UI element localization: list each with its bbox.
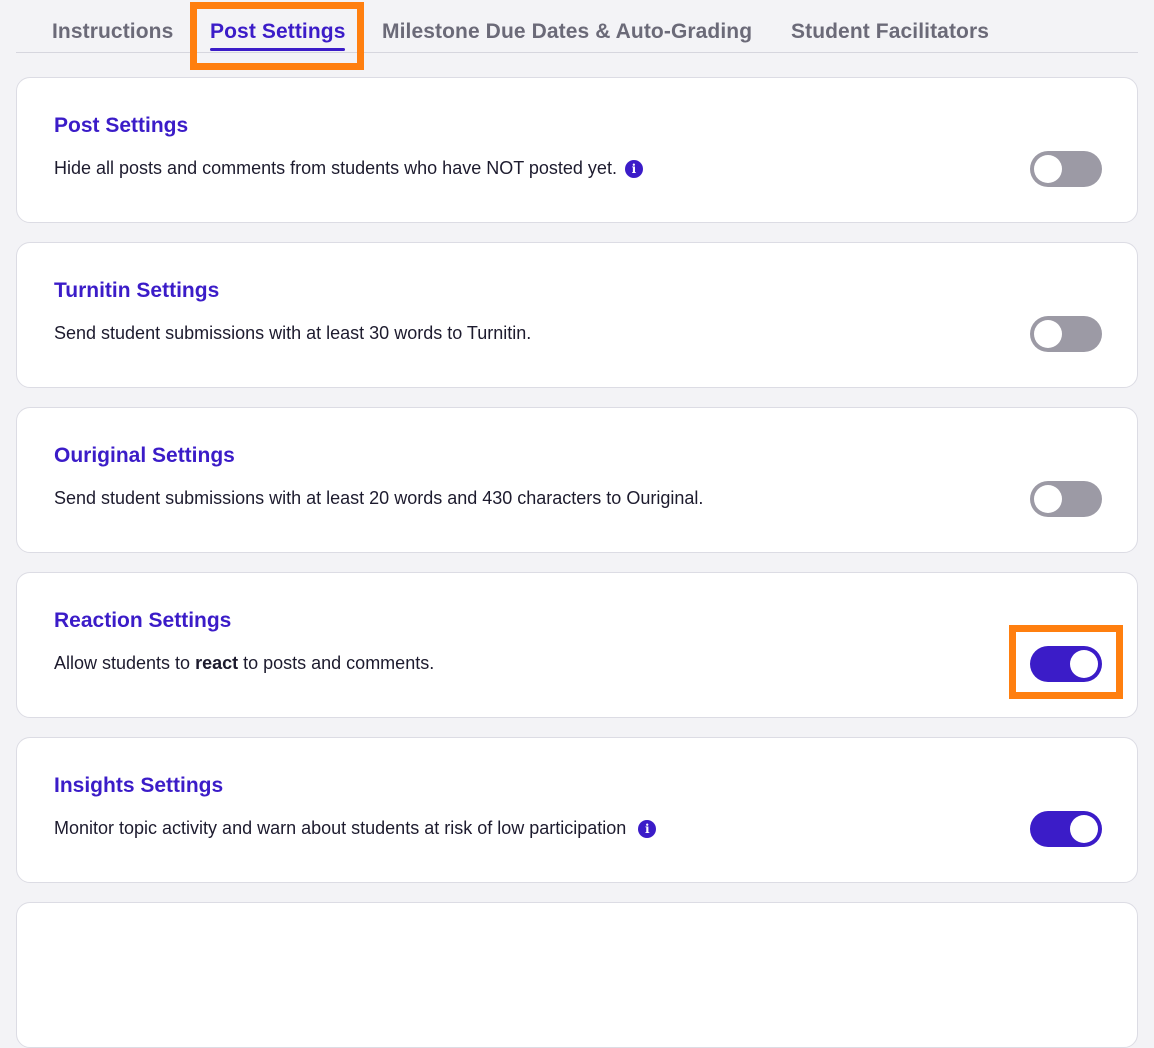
card-title: Ouriginal Settings (54, 444, 235, 467)
turnitin-toggle[interactable] (1030, 316, 1102, 352)
tab-instructions[interactable]: Instructions (52, 20, 173, 44)
card-description-text: Hide all posts and comments from student… (54, 158, 617, 178)
ouriginal-settings-card: Ouriginal Settings Send student submissi… (16, 407, 1138, 553)
card-description: Monitor topic activity and warn about st… (54, 818, 657, 839)
card-description-text: Monitor topic activity and warn about st… (54, 818, 627, 838)
reaction-settings-card: Reaction Settings Allow students to reac… (16, 572, 1138, 718)
description-before: Allow students to (54, 653, 196, 673)
card-description: Send student submissions with at least 2… (54, 488, 704, 508)
tab-student-facilitators[interactable]: Student Facilitators (791, 20, 989, 44)
info-icon[interactable]: i (638, 820, 657, 838)
toggle-knob (1034, 155, 1062, 183)
toggle-knob (1034, 320, 1062, 348)
description-after: to posts and comments. (238, 653, 435, 673)
info-icon[interactable]: i (624, 160, 643, 178)
next-settings-card (16, 902, 1138, 1048)
tab-milestone-due-dates[interactable]: Milestone Due Dates & Auto-Grading (382, 20, 752, 44)
description-bold: react (195, 653, 239, 673)
ouriginal-toggle[interactable] (1030, 481, 1102, 517)
toggle-knob (1070, 815, 1098, 843)
tab-post-settings[interactable]: Post Settings (210, 20, 346, 51)
turnitin-settings-card: Turnitin Settings Send student submissio… (16, 242, 1138, 388)
insights-settings-card: Insights Settings Monitor topic activity… (16, 737, 1138, 883)
post-settings-card: Post Settings Hide all posts and comment… (16, 77, 1138, 223)
card-title: Turnitin Settings (54, 279, 220, 302)
card-description: Send student submissions with at least 3… (54, 323, 532, 343)
card-description: Allow students to react to posts and com… (54, 653, 434, 674)
tab-post-settings-label: Post Settings (210, 20, 346, 43)
toggle-knob (1070, 650, 1098, 678)
reaction-toggle[interactable] (1030, 646, 1102, 682)
card-title: Insights Settings (54, 774, 224, 797)
tab-bar: Instructions Post Settings Milestone Due… (16, 0, 1138, 53)
insights-toggle[interactable] (1030, 811, 1102, 847)
card-title: Reaction Settings (54, 609, 232, 632)
card-title: Post Settings (54, 114, 189, 137)
card-description: Hide all posts and comments from student… (54, 158, 643, 179)
toggle-knob (1034, 485, 1062, 513)
active-tab-underline (210, 48, 346, 51)
post-settings-toggle[interactable] (1030, 151, 1102, 187)
